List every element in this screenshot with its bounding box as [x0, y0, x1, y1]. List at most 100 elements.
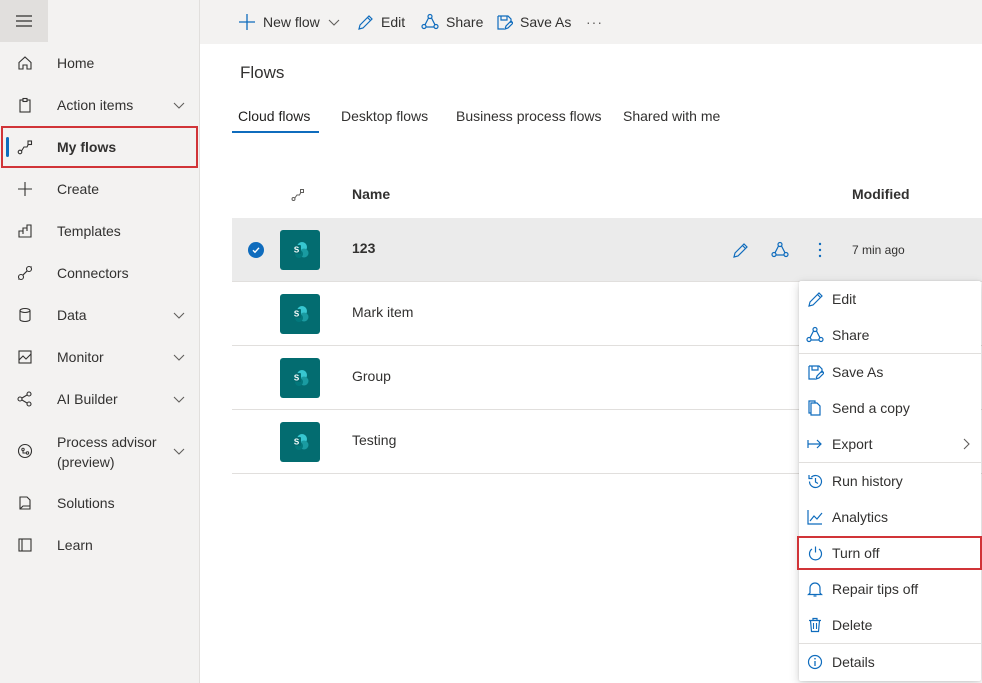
chevron-down-icon[interactable]	[172, 308, 186, 322]
sidebar-item-ai-builder[interactable]: AI Builder	[0, 378, 199, 420]
modified-time: 7 min ago	[852, 243, 905, 257]
menu-item-export[interactable]: Export	[799, 426, 981, 462]
tab-shared-with-me[interactable]: Shared with me	[623, 108, 720, 124]
database-icon	[16, 306, 34, 324]
tab-desktop-flows[interactable]: Desktop flows	[341, 108, 428, 124]
more-vertical-icon[interactable]	[810, 240, 830, 260]
connector-icon	[16, 264, 34, 282]
hamburger-menu-button[interactable]	[0, 0, 48, 42]
chevron-down-icon[interactable]	[172, 444, 186, 458]
menu-item-label: Analytics	[832, 509, 889, 525]
menu-item-send-a-copy[interactable]: Send a copy	[799, 390, 981, 426]
menu-item-run-history[interactable]: Run history	[799, 463, 981, 499]
menu-item-share[interactable]: Share	[799, 317, 981, 353]
command-bar: New flow Edit Share Save As ···	[200, 0, 982, 44]
chevron-right-icon	[963, 438, 970, 450]
sidebar-item-label: Home	[57, 55, 95, 71]
menu-item-details[interactable]: Details	[799, 644, 981, 680]
menu-item-label: Turn off	[832, 545, 880, 561]
menu-item-save-as[interactable]: Save As	[799, 354, 981, 390]
sidebar-item-label: Templates	[57, 223, 121, 239]
sidebar-item-label: Connectors	[57, 265, 129, 281]
menu-item-label: Details	[832, 654, 875, 670]
column-header-name[interactable]: Name	[352, 186, 390, 202]
menu-item-repair-tips-off[interactable]: Repair tips off	[799, 571, 981, 607]
sharepoint-icon: S	[280, 358, 320, 398]
sidebar-item-templates[interactable]: Templates	[0, 210, 199, 252]
share-icon[interactable]	[770, 240, 790, 260]
flow-name[interactable]: 123	[352, 240, 375, 256]
share-label: Share	[446, 14, 484, 30]
checkmark-icon[interactable]	[248, 242, 264, 258]
sidebar-item-monitor[interactable]: Monitor	[0, 336, 199, 378]
left-nav: Home Action items My flows Create Templa…	[0, 0, 200, 683]
pencil-icon	[806, 290, 824, 308]
plus-icon	[16, 180, 34, 198]
svg-text:S: S	[294, 374, 300, 383]
sidebar-item-process-advisor[interactable]: Process advisor (preview)	[0, 430, 199, 472]
sidebar-item-my-flows[interactable]: My flows	[0, 126, 199, 168]
chevron-down-icon	[328, 19, 340, 26]
save-as-button[interactable]: Save As	[496, 0, 571, 44]
menu-item-label: Delete	[832, 617, 873, 633]
pencil-icon[interactable]	[730, 240, 750, 260]
more-icon: ···	[586, 14, 603, 30]
chevron-down-icon[interactable]	[172, 350, 186, 364]
tab-business-process-flows[interactable]: Business process flows	[456, 108, 602, 124]
sidebar-item-label: Action items	[57, 97, 134, 113]
menu-item-label: Save As	[832, 364, 884, 380]
menu-item-label: Share	[832, 327, 870, 343]
power-icon	[806, 544, 824, 562]
column-header-modified[interactable]: Modified	[852, 186, 910, 202]
share-icon	[421, 13, 439, 30]
sidebar-item-label-secondary: (preview)	[57, 454, 115, 470]
pencil-icon	[358, 14, 373, 30]
sidebar-item-create[interactable]: Create	[0, 168, 199, 210]
edit-button[interactable]: Edit	[357, 0, 405, 44]
menu-item-analytics[interactable]: Analytics	[799, 499, 981, 535]
menu-item-turn-off[interactable]: Turn off	[799, 535, 981, 571]
flow-type-column-icon	[291, 189, 304, 201]
ai-builder-icon	[16, 390, 34, 408]
flow-icon	[16, 138, 34, 156]
menu-item-label: Export	[832, 436, 873, 452]
sharepoint-icon: S	[280, 294, 320, 334]
menu-item-label: Run history	[832, 473, 903, 489]
more-options-button[interactable]: ···	[586, 0, 603, 44]
process-advisor-icon	[16, 442, 34, 460]
monitor-icon	[16, 348, 34, 366]
flow-name[interactable]: Group	[352, 368, 391, 384]
templates-icon	[16, 222, 34, 240]
menu-item-label: Edit	[832, 291, 857, 307]
svg-text:S: S	[294, 310, 300, 319]
new-flow-button[interactable]: New flow	[238, 0, 340, 44]
sharepoint-icon: S	[280, 422, 320, 462]
share-button[interactable]: Share	[421, 0, 483, 44]
book-icon	[16, 536, 34, 554]
home-icon	[16, 54, 34, 72]
menu-item-edit[interactable]: Edit	[799, 281, 981, 317]
menu-item-delete[interactable]: Delete	[799, 607, 981, 643]
sidebar-item-label: Process advisor	[57, 434, 157, 450]
sidebar-item-data[interactable]: Data	[0, 294, 199, 336]
sidebar-item-home[interactable]: Home	[0, 42, 199, 84]
share-icon	[806, 326, 824, 344]
chevron-down-icon[interactable]	[172, 98, 186, 112]
info-icon	[806, 653, 824, 671]
sidebar-item-label: AI Builder	[57, 391, 118, 407]
flow-name[interactable]: Testing	[352, 432, 396, 448]
table-row[interactable]: S 123 7 min ago	[232, 218, 982, 282]
menu-item-label: Repair tips off	[832, 581, 919, 597]
chevron-down-icon[interactable]	[172, 392, 186, 406]
sidebar-item-connectors[interactable]: Connectors	[0, 252, 199, 294]
svg-text:S: S	[294, 438, 300, 447]
edit-label: Edit	[381, 14, 406, 30]
save-as-icon	[497, 14, 513, 30]
sidebar-item-solutions[interactable]: Solutions	[0, 482, 199, 524]
flow-name[interactable]: Mark item	[352, 304, 413, 320]
tab-cloud-flows[interactable]: Cloud flows	[238, 108, 310, 124]
sidebar-item-label: Monitor	[57, 349, 104, 365]
sidebar-item-learn[interactable]: Learn	[0, 524, 199, 566]
sidebar-item-label: Solutions	[57, 495, 115, 511]
sidebar-item-action-items[interactable]: Action items	[0, 84, 199, 126]
